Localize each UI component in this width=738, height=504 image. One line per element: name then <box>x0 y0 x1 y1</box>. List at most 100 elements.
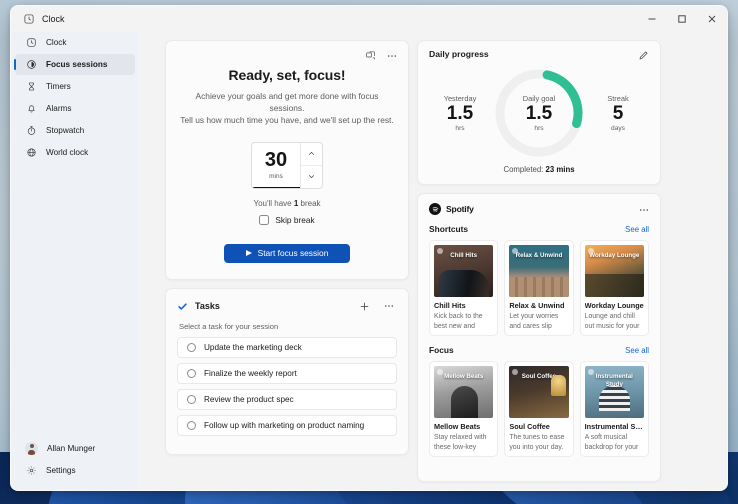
completed-status: Completed: 23 mins <box>429 165 649 174</box>
sidebar-item-account[interactable]: Allan Munger <box>15 438 135 459</box>
see-all-link[interactable]: See all <box>625 225 649 234</box>
clock-icon <box>25 37 37 49</box>
break-info: You'll have 1 break <box>180 199 394 208</box>
playlist-name: Instrumental Study <box>585 422 644 431</box>
stat-caption: Daily goal <box>523 94 555 103</box>
edit-pencil-icon[interactable] <box>635 47 652 64</box>
playlist-description: The tunes to ease you into your day. <box>509 433 568 452</box>
album-art: Workday Lounge <box>585 245 644 297</box>
playlist-description: Let your worries and cares slip away. <box>509 312 568 331</box>
tasks-title: Tasks <box>195 301 349 311</box>
avatar <box>25 442 38 455</box>
task-radio-icon[interactable] <box>187 369 196 378</box>
chevron-down-icon[interactable] <box>301 165 322 188</box>
task-radio-icon[interactable] <box>187 421 196 430</box>
task-radio-icon[interactable] <box>187 395 196 404</box>
tasks-header: Tasks <box>177 298 397 315</box>
clock-app-window: Clock <box>10 5 728 491</box>
checkmark-icon <box>177 301 188 312</box>
break-prefix: You'll have <box>253 199 293 208</box>
skip-break-row[interactable]: Skip break <box>180 215 394 225</box>
playlist-tile[interactable]: Relax & Unwind Relax & Unwind Let your w… <box>504 240 573 336</box>
sidebar-item-world-clock[interactable]: World clock <box>15 142 135 163</box>
spotify-header: Spotify <box>429 203 649 215</box>
stat-value: 5 <box>592 103 644 125</box>
stat-unit: days <box>592 125 644 132</box>
duration-value: 30 <box>265 150 287 170</box>
focus-card-title: Ready, set, focus! <box>180 67 394 83</box>
right-column: Daily progress Yesterday 1.5 hrs <box>417 40 661 482</box>
start-focus-session-button[interactable]: Start focus session <box>224 244 350 263</box>
task-radio-icon[interactable] <box>187 343 196 352</box>
playlist-name: Soul Coffee <box>509 422 568 431</box>
sidebar-item-label: World clock <box>46 148 88 157</box>
window-title: Clock <box>42 14 65 24</box>
playlist-tile[interactable]: Workday Lounge Workday Lounge Lounge and… <box>580 240 649 336</box>
playlist-description: Kick back to the best new and rece... <box>434 312 493 331</box>
title-bar: Clock <box>11 6 727 32</box>
left-column: Ready, set, focus! Achieve your goals an… <box>165 40 409 482</box>
add-icon[interactable] <box>356 298 373 315</box>
sidebar-item-timers[interactable]: Timers <box>15 76 135 97</box>
completed-value: 23 mins <box>546 165 575 174</box>
album-art-text: Relax & Unwind <box>509 252 568 260</box>
album-art: Mellow Beats <box>434 366 493 418</box>
more-options-icon[interactable] <box>635 201 652 218</box>
duration-stepper[interactable]: 30 mins <box>251 142 323 189</box>
duration-value-box[interactable]: 30 mins <box>252 143 300 188</box>
playlist-tile[interactable]: Mellow Beats Mellow Beats Stay relaxed w… <box>429 361 498 457</box>
task-label: Update the marketing deck <box>204 343 302 352</box>
main-content: Ready, set, focus! Achieve your goals an… <box>139 32 727 490</box>
tasks-card: Tasks Select a task for your session <box>165 288 409 455</box>
album-art: Relax & Unwind <box>509 245 568 297</box>
stat-unit: hrs <box>534 125 543 132</box>
stat-caption: Streak <box>592 94 644 103</box>
settings-label: Settings <box>46 466 76 475</box>
stat-unit: hrs <box>434 125 486 132</box>
nav-list: Clock Focus sessions <box>11 32 139 164</box>
sidebar-item-label: Timers <box>46 82 71 91</box>
title-bar-drag-region[interactable] <box>139 6 637 32</box>
album-art-text: Soul Coffee <box>509 373 568 381</box>
playlist-tile[interactable]: Instrumental Study Instrumental Study A … <box>580 361 649 457</box>
album-art-text: Workday Lounge <box>585 252 644 260</box>
title-bar-left: Clock <box>11 13 139 25</box>
daily-goal-center: Daily goal 1.5 hrs <box>491 65 587 161</box>
album-art-text: Chill Hits <box>434 252 493 260</box>
sidebar-item-alarms[interactable]: Alarms <box>15 98 135 119</box>
maximize-button[interactable] <box>667 6 697 32</box>
task-row[interactable]: Review the product spec <box>177 389 397 410</box>
playlist-tile[interactable]: Chill Hits Chill Hits Kick back to the b… <box>429 240 498 336</box>
section-header-focus: Focus See all <box>429 345 649 355</box>
task-label: Review the product spec <box>204 395 294 404</box>
album-art: Instrumental Study <box>585 366 644 418</box>
hourglass-icon <box>25 81 37 93</box>
skip-break-checkbox[interactable] <box>259 215 269 225</box>
minimize-button[interactable] <box>637 6 667 32</box>
spotify-card: Spotify Shortcuts See all <box>417 193 661 482</box>
sidebar-spacer <box>11 164 139 438</box>
task-row[interactable]: Update the marketing deck <box>177 337 397 358</box>
sidebar-item-stopwatch[interactable]: Stopwatch <box>15 120 135 141</box>
playlist-tile[interactable]: Soul Coffee Soul Coffee The tunes to eas… <box>504 361 573 457</box>
task-row[interactable]: Finalize the weekly report <box>177 363 397 384</box>
see-all-link[interactable]: See all <box>625 346 649 355</box>
sidebar-item-settings[interactable]: Settings <box>15 460 135 481</box>
more-options-icon[interactable] <box>380 298 397 315</box>
skip-break-label: Skip break <box>275 215 314 225</box>
avatar-body <box>28 450 35 455</box>
playlist-description: A soft musical backdrop for your ... <box>585 433 644 452</box>
task-label: Follow up with marketing on product nami… <box>204 421 364 430</box>
close-button[interactable] <box>697 6 727 32</box>
daily-progress-card: Daily progress Yesterday 1.5 hrs <box>417 40 661 185</box>
chevron-up-icon[interactable] <box>301 143 322 165</box>
sidebar-item-clock[interactable]: Clock <box>15 32 135 53</box>
mini-view-icon[interactable] <box>362 47 379 64</box>
album-art: Soul Coffee <box>509 366 568 418</box>
shortcuts-tiles: Chill Hits Chill Hits Kick back to the b… <box>429 240 649 336</box>
playlist-name: Workday Lounge <box>585 301 644 310</box>
task-row[interactable]: Follow up with marketing on product nami… <box>177 415 397 436</box>
more-options-icon[interactable] <box>383 47 400 64</box>
sidebar-item-focus-sessions[interactable]: Focus sessions <box>15 54 135 75</box>
stat-value: 1.5 <box>526 103 552 125</box>
